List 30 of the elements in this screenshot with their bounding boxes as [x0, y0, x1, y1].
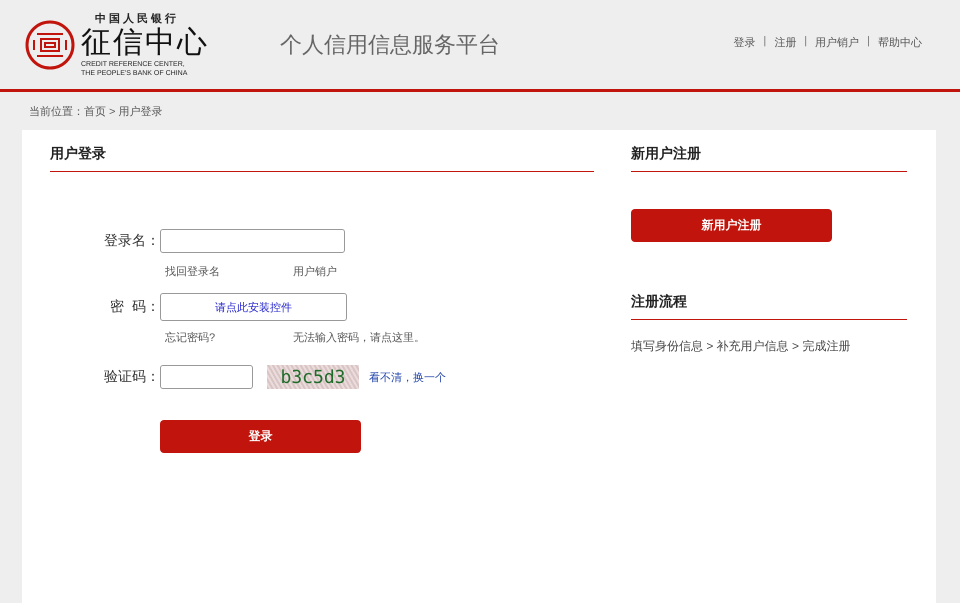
- refresh-captcha-link[interactable]: 看不清，换一个: [369, 370, 446, 384]
- help-link[interactable]: 无法输入密码，请点这里。: [293, 330, 425, 345]
- help-link[interactable]: 忘记密码?: [165, 330, 293, 345]
- captcha-field[interactable]: [160, 365, 253, 389]
- nav-separator: |: [804, 35, 808, 49]
- help-link[interactable]: 用户销户: [293, 264, 337, 279]
- section-title: 用户登录: [50, 130, 594, 172]
- help-link[interactable]: 找回登录名: [165, 264, 293, 279]
- logo-bank-name: 中国人民银行: [94, 12, 180, 26]
- login-button[interactable]: 登录: [160, 420, 361, 453]
- nav-link[interactable]: 用户销户: [815, 35, 860, 50]
- field-label: 验证码：: [103, 368, 160, 386]
- site-title: 个人信用信息服务平台: [280, 30, 500, 58]
- install-control-link[interactable]: 请点此安装控件: [160, 293, 347, 321]
- logo-title: 征信中心: [81, 26, 209, 60]
- field-label: 密 码：: [109, 298, 160, 316]
- seal-logo-icon: [25, 20, 75, 70]
- username-field[interactable]: [160, 229, 345, 253]
- nav-link[interactable]: 登录: [733, 35, 756, 50]
- captcha-image: b3c5d3: [267, 365, 359, 389]
- registration-steps: 填写身份信息 > 补充用户信息 > 完成注册: [631, 338, 907, 355]
- register-button[interactable]: 新用户注册: [631, 209, 832, 242]
- breadcrumb: 当前位置：首页 > 用户登录: [29, 104, 163, 118]
- section-title: 注册流程: [631, 278, 907, 320]
- section-title: 新用户注册: [631, 130, 907, 172]
- field-label: 登录名：: [103, 232, 160, 250]
- nav-separator: |: [867, 35, 870, 49]
- nav-link[interactable]: 注册: [774, 35, 796, 50]
- nav-link[interactable]: 帮助中心: [878, 35, 922, 50]
- nav-separator: |: [763, 35, 766, 49]
